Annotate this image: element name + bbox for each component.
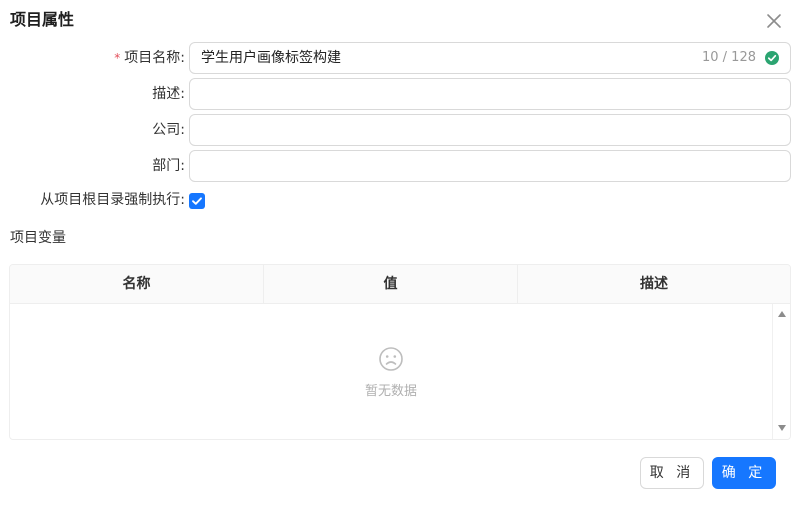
dialog-title: 项目属性 xyxy=(10,10,75,29)
form-row-department: 部门: xyxy=(0,150,800,182)
form-row-company: 公司: xyxy=(0,114,800,146)
variables-table: 名称 值 描述 暂无数据 xyxy=(9,264,791,440)
scroll-down-arrow-icon[interactable] xyxy=(777,424,787,432)
department-input[interactable] xyxy=(189,150,791,182)
table-header: 名称 值 描述 xyxy=(10,265,790,304)
variables-section-title: 项目变量 xyxy=(10,230,66,246)
description-input[interactable] xyxy=(189,78,791,110)
department-label: 部门: xyxy=(152,158,185,174)
force-exec-checkbox[interactable] xyxy=(189,193,205,209)
company-label: 公司: xyxy=(152,122,185,138)
confirm-button[interactable]: 确 定 xyxy=(712,457,776,489)
column-header-value: 值 xyxy=(264,265,518,304)
char-count: 10 / 128 xyxy=(702,50,756,65)
close-icon[interactable] xyxy=(764,11,784,31)
form-row-force-exec: 从项目根目录强制执行: xyxy=(0,184,800,216)
frown-face-icon xyxy=(378,346,404,372)
project-name-input[interactable]: 学生用户画像标签构建 10 / 128 xyxy=(189,42,791,74)
project-name-label: * 项目名称: xyxy=(114,42,185,74)
project-name-label-text: 项目名称: xyxy=(124,50,185,66)
form-row-description: 描述: xyxy=(0,78,800,110)
force-exec-label: 从项目根目录强制执行: xyxy=(40,192,185,208)
form-row-project-name: * 项目名称: 学生用户画像标签构建 10 / 128 xyxy=(0,42,800,74)
table-scrollbar[interactable] xyxy=(772,304,790,439)
column-header-description: 描述 xyxy=(640,276,668,292)
description-label: 描述: xyxy=(152,86,185,102)
empty-text: 暂无数据 xyxy=(364,384,417,399)
project-name-value: 学生用户画像标签构建 xyxy=(201,50,341,66)
project-properties-dialog: 项目属性 *项目名称: 学生用户画像标签构建 10 / 128 描述: 公司: xyxy=(0,0,800,509)
scroll-up-arrow-icon[interactable] xyxy=(777,310,787,318)
company-input[interactable] xyxy=(189,114,791,146)
table-body: 暂无数据 xyxy=(10,304,790,439)
check-circle-icon xyxy=(765,51,779,65)
column-header-name: 名称 xyxy=(10,265,264,304)
cancel-button[interactable]: 取 消 xyxy=(640,457,704,489)
required-mark: * xyxy=(114,51,121,65)
